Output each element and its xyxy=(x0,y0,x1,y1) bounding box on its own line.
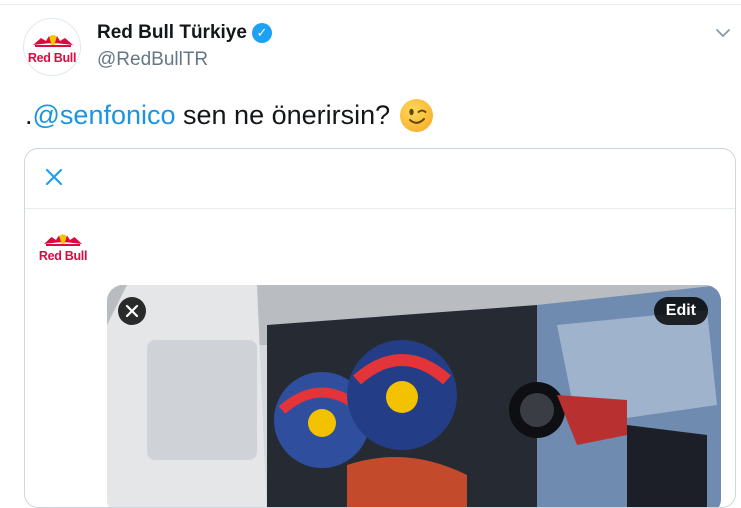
close-icon[interactable] xyxy=(42,165,66,189)
tweet-text-body: sen ne önerirsin? xyxy=(175,100,391,130)
attached-video-thumbnail[interactable]: Edit xyxy=(107,285,721,507)
author-handle[interactable]: @RedBullTR xyxy=(97,49,208,71)
remove-media-button[interactable] xyxy=(118,297,146,325)
tweet-text: . @senfonico sen ne önerirsin? xyxy=(25,99,434,132)
tweet-text-prefix: . xyxy=(25,100,33,130)
author-avatar[interactable]: Red Bull xyxy=(23,18,81,76)
chevron-down-icon[interactable] xyxy=(716,26,730,40)
avatar-logo-text: Red Bull xyxy=(27,51,77,65)
card-avatar-logo-text: Red Bull xyxy=(38,249,88,263)
red-bull-logo xyxy=(44,234,82,246)
top-divider xyxy=(0,0,741,5)
skydivers-image xyxy=(107,285,721,507)
author-name-row: Red Bull Türkiye ✓ xyxy=(97,22,272,44)
close-icon xyxy=(125,304,139,318)
verified-badge-icon: ✓ xyxy=(251,23,272,43)
red-bull-logo xyxy=(33,35,73,47)
card-header xyxy=(25,149,735,209)
compose-card: Red Bull Edit xyxy=(24,148,736,508)
card-avatar: Red Bull xyxy=(35,219,91,275)
winking-face-emoji-icon xyxy=(400,99,434,132)
edit-media-button[interactable]: Edit xyxy=(653,297,708,325)
mention-link[interactable]: @senfonico xyxy=(33,100,176,131)
author-name[interactable]: Red Bull Türkiye xyxy=(97,22,247,44)
